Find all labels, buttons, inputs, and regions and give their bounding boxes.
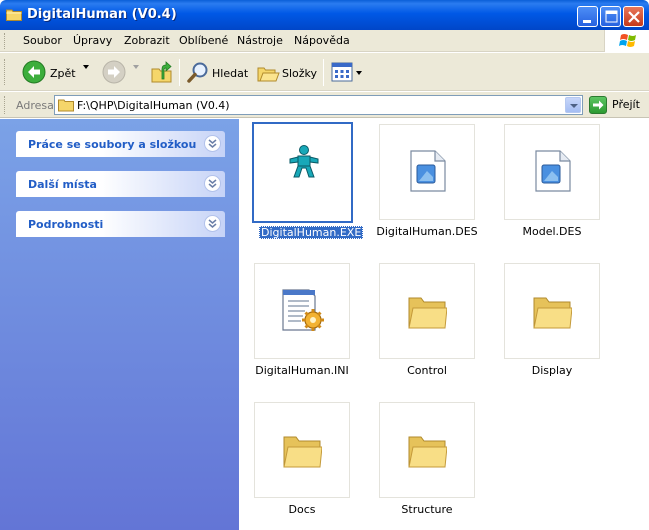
task-panel-file-tasks[interactable]: Práce se soubory a složkou bbox=[16, 131, 225, 157]
menu-oblibene[interactable]: Oblíbené bbox=[179, 34, 228, 47]
go-label: Přejít bbox=[612, 98, 640, 111]
up-button[interactable] bbox=[148, 59, 174, 86]
file-name[interactable]: Control bbox=[364, 364, 490, 377]
search-icon bbox=[187, 62, 208, 83]
file-thumbnail[interactable] bbox=[252, 122, 353, 223]
task-panel-details[interactable]: Podrobnosti bbox=[16, 211, 225, 237]
forward-button[interactable] bbox=[100, 59, 144, 86]
toolbar-separator bbox=[323, 59, 324, 86]
file-item-docs[interactable]: Docs bbox=[239, 402, 369, 522]
document-icon bbox=[410, 150, 446, 192]
task-pane: Práce se soubory a složkou Další místa P… bbox=[0, 119, 239, 530]
search-label: Hledat bbox=[212, 67, 249, 80]
back-button[interactable]: Zpět bbox=[20, 59, 92, 86]
file-thumbnail[interactable] bbox=[254, 402, 350, 498]
file-name[interactable]: DigitalHuman.INI bbox=[239, 364, 365, 377]
file-item-display[interactable]: Display bbox=[489, 263, 619, 383]
chevron-down-icon[interactable] bbox=[204, 175, 221, 192]
address-dropdown-button[interactable] bbox=[565, 97, 581, 113]
menu-upravy[interactable]: Úpravy bbox=[73, 34, 112, 47]
folder-icon bbox=[408, 297, 447, 329]
menu-grip[interactable] bbox=[4, 33, 7, 49]
file-name[interactable]: Structure bbox=[364, 503, 490, 516]
settings-file-icon bbox=[282, 289, 324, 331]
toolbar-grip[interactable] bbox=[4, 59, 7, 85]
windows-logo bbox=[604, 30, 649, 52]
search-button[interactable]: Hledat bbox=[184, 59, 250, 86]
minimize-button[interactable] bbox=[577, 6, 598, 27]
folders-icon bbox=[257, 67, 280, 82]
forward-arrow-icon bbox=[102, 60, 126, 84]
file-name[interactable]: DigitalHuman.DES bbox=[364, 225, 490, 238]
forward-dropdown-arrow[interactable] bbox=[133, 65, 139, 69]
up-folder-icon bbox=[151, 61, 172, 83]
file-item-model-des[interactable]: Model.DES bbox=[489, 124, 619, 244]
address-label: Adresa bbox=[16, 99, 54, 112]
folder-icon bbox=[533, 297, 572, 329]
folder-icon bbox=[283, 436, 322, 468]
back-dropdown-arrow[interactable] bbox=[83, 65, 89, 69]
address-bar: Adresa F:\QHP\DigitalHuman (V0.4) Přejít bbox=[0, 92, 649, 118]
close-button[interactable] bbox=[623, 6, 644, 27]
task-panel-title[interactable]: Podrobnosti bbox=[28, 218, 103, 231]
task-panel-other-places[interactable]: Další místa bbox=[16, 171, 225, 197]
file-item-digitalhuman-ini[interactable]: DigitalHuman.INI bbox=[239, 263, 369, 383]
file-name[interactable]: Docs bbox=[239, 503, 365, 516]
menu-zobrazit[interactable]: Zobrazit bbox=[124, 34, 170, 47]
minimize-icon bbox=[583, 20, 591, 23]
folder-icon bbox=[408, 436, 447, 468]
menu-soubor[interactable]: Soubor bbox=[23, 34, 62, 47]
address-input[interactable]: F:\QHP\DigitalHuman (V0.4) bbox=[54, 95, 583, 115]
file-view[interactable]: DigitalHuman.EXE DigitalHuman.DES Model.… bbox=[239, 119, 649, 530]
address-grip[interactable] bbox=[4, 96, 7, 114]
menu-bar: Soubor Úpravy Zobrazit Oblíbené Nástroje… bbox=[0, 30, 649, 52]
file-thumbnail[interactable] bbox=[379, 402, 475, 498]
menu-napoveda[interactable]: Nápověda bbox=[294, 34, 350, 47]
file-item-structure[interactable]: Structure bbox=[364, 402, 494, 522]
window-title: DigitalHuman (V0.4) bbox=[27, 7, 177, 22]
maximize-icon bbox=[605, 10, 618, 23]
file-name[interactable]: Display bbox=[489, 364, 615, 377]
file-thumbnail[interactable] bbox=[379, 124, 475, 220]
file-thumbnail[interactable] bbox=[254, 263, 350, 359]
close-icon bbox=[628, 11, 640, 23]
back-arrow-icon bbox=[22, 60, 46, 84]
folder-icon bbox=[58, 99, 74, 112]
file-item-control[interactable]: Control bbox=[364, 263, 494, 383]
chevron-down-icon[interactable] bbox=[204, 135, 221, 152]
file-name[interactable]: Model.DES bbox=[489, 225, 615, 238]
views-button[interactable] bbox=[329, 59, 365, 86]
standard-toolbar: Zpět Hledat Složky bbox=[0, 53, 649, 91]
address-value: F:\QHP\DigitalHuman (V0.4) bbox=[77, 99, 230, 112]
task-panel-title[interactable]: Práce se soubory a složkou bbox=[28, 138, 196, 151]
toolbar-separator bbox=[179, 59, 180, 86]
document-icon bbox=[535, 150, 571, 192]
folder-icon bbox=[6, 9, 22, 21]
folders-button[interactable]: Složky bbox=[254, 59, 318, 86]
back-label: Zpět bbox=[50, 67, 76, 80]
chevron-down-icon[interactable] bbox=[204, 215, 221, 232]
file-item-digitalhuman-exe[interactable]: DigitalHuman.EXE bbox=[239, 122, 369, 242]
title-bar[interactable]: DigitalHuman (V0.4) bbox=[0, 0, 649, 30]
application-icon bbox=[289, 145, 319, 178]
file-thumbnail[interactable] bbox=[379, 263, 475, 359]
task-panel-title[interactable]: Další místa bbox=[28, 178, 97, 191]
go-button[interactable]: Přejít bbox=[589, 96, 645, 114]
maximize-button[interactable] bbox=[600, 6, 621, 27]
file-thumbnail[interactable] bbox=[504, 263, 600, 359]
file-item-digitalhuman-des[interactable]: DigitalHuman.DES bbox=[364, 124, 494, 244]
go-arrow-icon bbox=[589, 96, 607, 114]
views-dropdown-arrow[interactable] bbox=[356, 71, 362, 75]
views-icon bbox=[331, 62, 353, 82]
file-name[interactable]: DigitalHuman.EXE bbox=[259, 226, 364, 239]
menu-nastroje[interactable]: Nástroje bbox=[237, 34, 283, 47]
folders-label: Složky bbox=[282, 67, 318, 80]
windows-flag-icon bbox=[619, 34, 636, 47]
file-thumbnail[interactable] bbox=[504, 124, 600, 220]
